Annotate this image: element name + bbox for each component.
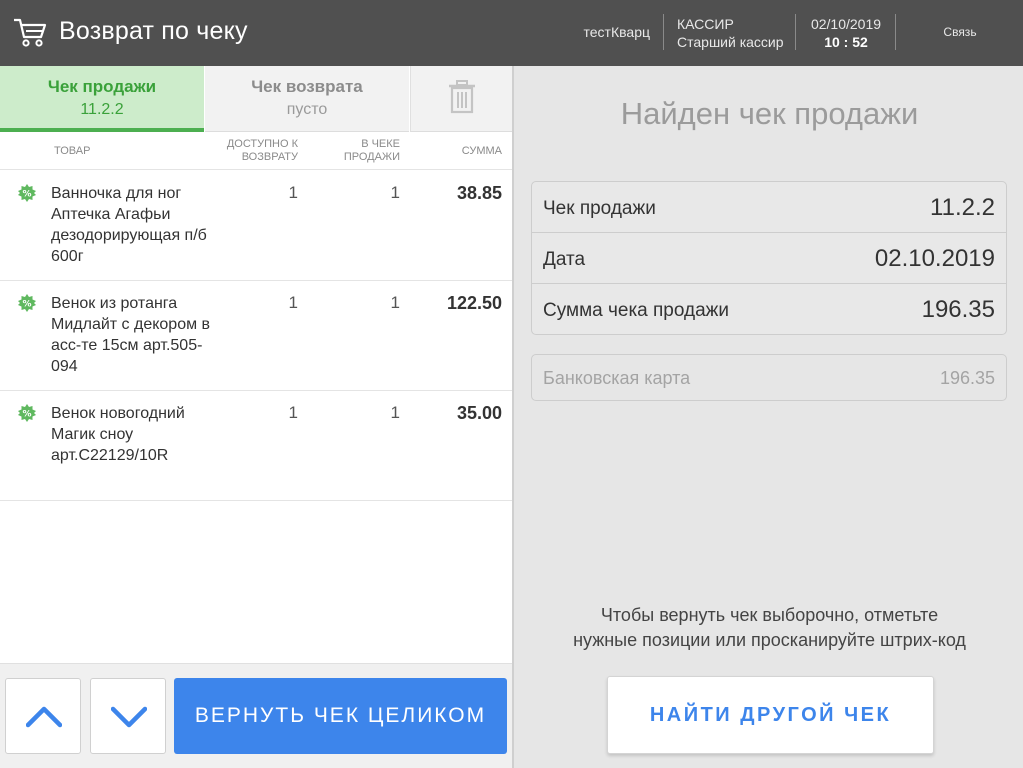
- payment-row: Банковская карта 196.35: [531, 354, 1007, 401]
- total-label: Сумма чека продажи: [543, 300, 730, 321]
- hint-text: Чтобы вернуть чек выборочно, отметьте ну…: [514, 603, 1023, 653]
- top-bar: Возврат по чеку тестКварц КАССИР Старший…: [0, 0, 1023, 66]
- total-row: Сумма чека продажи 196.35: [532, 284, 1006, 335]
- tab-sale-title: Чек продажи: [47, 77, 157, 96]
- item-sum: 122.50: [446, 293, 502, 313]
- hint-line-2: нужные позиции или просканируйте штрих-к…: [573, 630, 966, 650]
- item-in-receipt: 1: [390, 403, 400, 422]
- column-in-receipt: В ЧЕКЕ ПРОДАЖИ: [343, 138, 400, 163]
- svg-text:%: %: [22, 410, 31, 420]
- datetime: 02/10/2019 10 : 52: [796, 15, 896, 51]
- tab-sale-value: 11.2.2: [80, 101, 124, 118]
- receipt-details-panel: Найден чек продажи Чек продажи 11.2.2 Да…: [512, 66, 1023, 768]
- cashier-name: Старший кассир: [677, 34, 784, 50]
- return-whole-receipt-button[interactable]: ВЕРНУТЬ ЧЕК ЦЕЛИКОМ: [174, 678, 507, 754]
- table-row[interactable]: % Ванночка для ног Аптечка Агафьи дезодо…: [0, 171, 512, 281]
- trash-icon: [449, 80, 475, 114]
- find-another-receipt-button[interactable]: НАЙТИ ДРУГОЙ ЧЕК: [607, 676, 934, 754]
- svg-text:%: %: [22, 300, 31, 310]
- found-title: Найден чек продажи: [620, 96, 919, 131]
- cart-icon: [14, 18, 47, 47]
- divider: [663, 14, 664, 50]
- total-value: 196.35: [921, 296, 995, 323]
- arrow-down-icon: [111, 706, 147, 728]
- discount-badge-icon: %: [18, 294, 36, 312]
- item-in-receipt: 1: [390, 183, 400, 202]
- item-name: Ванночка для ног Аптечка Агафьи дезодори…: [51, 185, 207, 265]
- item-available: 1: [288, 403, 298, 422]
- item-in-receipt: 1: [390, 293, 400, 312]
- svg-text:%: %: [22, 190, 31, 200]
- scroll-up-button[interactable]: [5, 678, 81, 754]
- column-available: ДОСТУПНО К ВОЗВРАТУ: [226, 138, 298, 163]
- item-sum: 35.00: [456, 403, 502, 423]
- clear-button[interactable]: [410, 66, 512, 132]
- hint-line-1: Чтобы вернуть чек выборочно, отметьте: [600, 605, 939, 625]
- left-footer: ВЕРНУТЬ ЧЕК ЦЕЛИКОМ: [0, 663, 512, 768]
- table-row[interactable]: % Венок из ротанга Мидлайт с декором в а…: [0, 281, 512, 391]
- payment-amount: 196.35: [939, 368, 995, 388]
- arrow-up-icon: [26, 706, 62, 728]
- discount-badge-icon: %: [18, 404, 36, 422]
- discount-badge-icon: %: [18, 184, 36, 202]
- receipt-panel: Чек продажи 11.2.2 Чек возврата пусто ТО…: [0, 66, 512, 768]
- table-row[interactable]: % Венок новогодний Магик сноу арт.С22129…: [0, 391, 512, 501]
- item-name: Венок из ротанга Мидлайт с декором в асс…: [51, 295, 211, 375]
- connection-status[interactable]: Связь: [930, 25, 990, 39]
- tab-return-value: пусто: [286, 101, 328, 118]
- date-row: Дата 02.10.2019: [532, 233, 1006, 284]
- item-sum: 38.85: [456, 183, 502, 203]
- receipt-info-card: Чек продажи 11.2.2 Дата 02.10.2019 Сумма…: [531, 181, 1007, 335]
- table-header: ТОВАР ДОСТУПНО К ВОЗВРАТУ В ЧЕКЕ ПРОДАЖИ…: [0, 132, 512, 170]
- item-available: 1: [288, 293, 298, 312]
- scroll-down-button[interactable]: [90, 678, 166, 754]
- cashier-role: КАССИР: [677, 16, 734, 32]
- payment-method-label: Банковская карта: [543, 368, 691, 388]
- tab-return-title: Чек возврата: [251, 77, 363, 96]
- shop-name: тестКварц: [583, 24, 650, 40]
- cashier-info: КАССИР Старший кассир: [677, 15, 784, 51]
- tab-sale-receipt[interactable]: Чек продажи 11.2.2: [0, 66, 204, 132]
- date-label: Дата: [543, 249, 586, 270]
- divider: [895, 14, 896, 50]
- current-date: 02/10/2019: [810, 16, 882, 32]
- current-time: 10 : 52: [824, 34, 868, 50]
- item-name: Венок новогодний Магик сноу арт.С22129/1…: [51, 405, 185, 464]
- tab-return-receipt[interactable]: Чек возврата пусто: [205, 66, 409, 132]
- column-sum: СУММА: [461, 145, 502, 157]
- page-title: Возврат по чеку: [59, 17, 248, 45]
- date-value: 02.10.2019: [874, 245, 995, 272]
- item-available: 1: [288, 183, 298, 202]
- receipt-number-row: Чек продажи 11.2.2: [532, 182, 1006, 233]
- column-goods: ТОВАР: [54, 145, 91, 157]
- receipt-number-label: Чек продажи: [543, 198, 656, 219]
- receipt-number-value: 11.2.2: [930, 194, 995, 221]
